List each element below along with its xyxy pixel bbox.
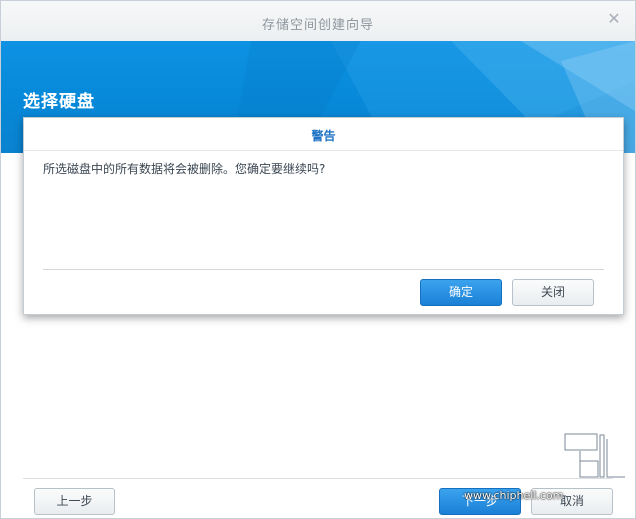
dialog-title: 警告 bbox=[311, 129, 336, 143]
title-bar[interactable]: 存储空间创建向导 ✕ bbox=[1, 1, 635, 42]
wizard-window: 存储空间创建向导 ✕ 选择硬盘 上一步 下一步 取消 警告 所选磁盘中的所有数据… bbox=[0, 0, 636, 519]
window-title: 存储空间创建向导 bbox=[261, 18, 374, 33]
chiphell-watermark: www.chiphell.com bbox=[464, 431, 634, 516]
dialog-title-divider bbox=[24, 150, 623, 151]
page-heading: 选择硬盘 bbox=[23, 92, 95, 112]
chiphell-logo-icon bbox=[564, 433, 625, 478]
close-button[interactable]: 关闭 bbox=[512, 279, 594, 306]
previous-button[interactable]: 上一步 bbox=[34, 488, 115, 515]
dialog-divider bbox=[43, 269, 604, 270]
dialog-message: 所选磁盘中的所有数据将会被删除。您确定要继续吗? bbox=[43, 162, 326, 176]
close-icon[interactable]: ✕ bbox=[605, 10, 623, 28]
watermark-url: www.chiphell.com bbox=[464, 489, 564, 502]
confirm-button[interactable]: 确定 bbox=[420, 279, 502, 306]
warning-dialog: 警告 所选磁盘中的所有数据将会被删除。您确定要继续吗? 确定 关闭 bbox=[23, 117, 624, 315]
